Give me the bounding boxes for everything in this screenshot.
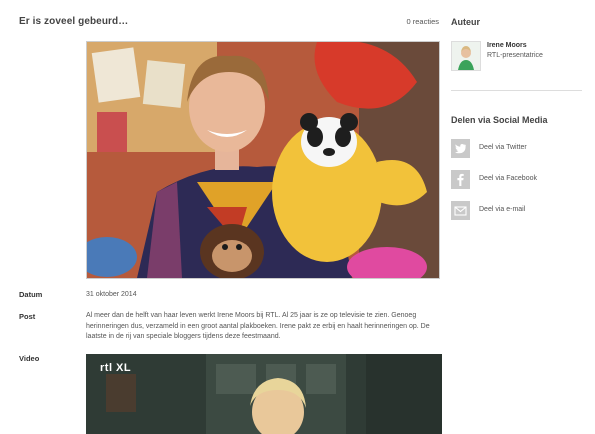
email-icon (451, 201, 470, 220)
video-player[interactable]: rtl XL (86, 354, 442, 434)
post-text: Al meer dan de helft van haar leven werk… (86, 312, 430, 340)
share-twitter-button[interactable]: Deel via Twitter (451, 139, 586, 159)
twitter-icon (451, 139, 470, 158)
share-twitter-label: Deel via Twitter (479, 144, 527, 151)
share-facebook-label: Deel via Facebook (479, 175, 537, 182)
facebook-icon (451, 170, 470, 189)
date-label: Datum (19, 290, 43, 299)
post-label: Post (19, 312, 36, 321)
sidebar: Auteur Irene Moors RTL-presentatrice Del… (451, 0, 591, 426)
date-value: 31 oktober 2014 (86, 291, 137, 298)
photo-illustration (87, 42, 439, 278)
article-title: Er is zoveel gebeurd… (19, 16, 129, 27)
author-heading: Auteur (451, 17, 480, 27)
avatar[interactable] (451, 41, 481, 71)
reactions-link[interactable]: 0 reacties (406, 17, 439, 26)
share-email-button[interactable]: Deel via e-mail (451, 201, 586, 221)
rtlxl-logo: rtl XL (100, 362, 132, 374)
author-card[interactable]: Irene Moors RTL-presentatrice (451, 41, 583, 71)
article-header: Er is zoveel gebeurd… 0 reacties (19, 16, 439, 30)
avatar-photo (452, 42, 480, 70)
article-photo (86, 41, 440, 279)
share-heading: Delen via Social Media (451, 115, 548, 125)
article-column: Er is zoveel gebeurd… 0 reacties Datum 3… (0, 0, 450, 434)
share-email-label: Deel via e-mail (479, 206, 526, 213)
video-thumbnail (86, 354, 442, 434)
divider (451, 90, 582, 91)
share-facebook-button[interactable]: Deel via Facebook (451, 170, 586, 190)
video-label: Video (19, 354, 40, 363)
author-name[interactable]: Irene Moors (487, 42, 527, 49)
author-role: RTL-presentatrice (487, 52, 543, 59)
